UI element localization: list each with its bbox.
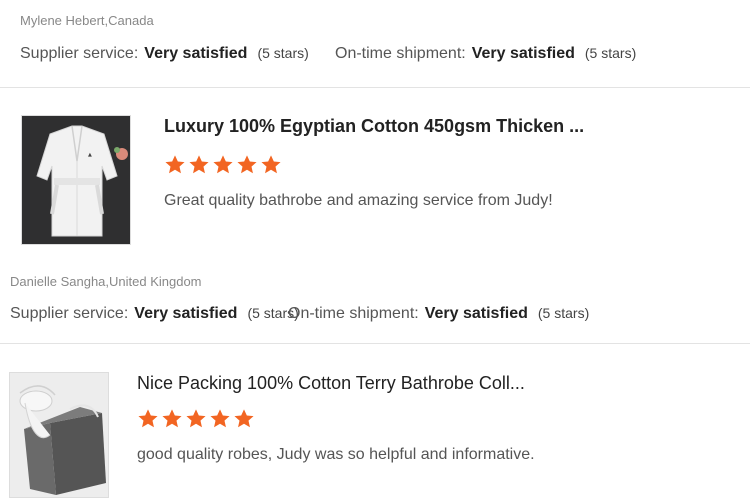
product-title[interactable]: Nice Packing 100% Cotton Terry Bathrobe … — [137, 373, 525, 394]
shipment-stars: (5 stars) — [537, 305, 590, 321]
shipment-label: On-time shipment: — [288, 305, 419, 322]
supplier-service-stars: (5 stars) — [257, 45, 309, 61]
star-rating — [137, 408, 255, 430]
packaging-image — [10, 373, 108, 497]
divider — [0, 343, 750, 344]
supplier-service-label: Supplier service: — [20, 45, 139, 62]
star-icon — [234, 409, 254, 428]
shipment-label: On-time shipment: — [335, 45, 466, 62]
supplier-service-label: Supplier service: — [10, 305, 129, 322]
star-icon — [162, 409, 182, 428]
star-icon — [213, 155, 233, 174]
supplier-service-value: Very satisfied — [134, 305, 238, 322]
star-icon — [210, 409, 230, 428]
star-icon — [186, 409, 206, 428]
star-icon — [189, 155, 209, 174]
svg-text:▲: ▲ — [88, 152, 92, 158]
shipment-rating: On-time shipment: Very satisfied (5 star… — [335, 45, 636, 63]
reviewer-name: Danielle Sangha,United Kingdom — [10, 274, 202, 289]
divider — [0, 87, 750, 88]
shipment-rating: On-time shipment: Very satisfied (5 star… — [288, 305, 589, 323]
star-icon — [138, 409, 158, 428]
supplier-service-rating: Supplier service: Very satisfied (5 star… — [10, 305, 299, 323]
reviewer-name: Mylene Hebert,Canada — [20, 13, 154, 28]
product-title[interactable]: Luxury 100% Egyptian Cotton 450gsm Thick… — [164, 116, 584, 137]
product-thumbnail[interactable]: ▲ — [21, 115, 131, 245]
bathrobe-image: ▲ — [22, 116, 130, 244]
shipment-stars: (5 stars) — [584, 45, 637, 61]
star-icon — [261, 155, 281, 174]
supplier-service-rating: Supplier service: Very satisfied (5 star… — [20, 45, 309, 63]
star-icon — [165, 155, 185, 174]
star-rating — [164, 154, 282, 176]
review-comment: good quality robes, Judy was so helpful … — [137, 446, 535, 463]
review-comment: Great quality bathrobe and amazing servi… — [164, 192, 553, 209]
shipment-value: Very satisfied — [471, 45, 575, 62]
shipment-value: Very satisfied — [424, 305, 528, 322]
product-thumbnail[interactable] — [9, 372, 109, 498]
star-icon — [237, 155, 257, 174]
supplier-service-value: Very satisfied — [144, 45, 248, 62]
